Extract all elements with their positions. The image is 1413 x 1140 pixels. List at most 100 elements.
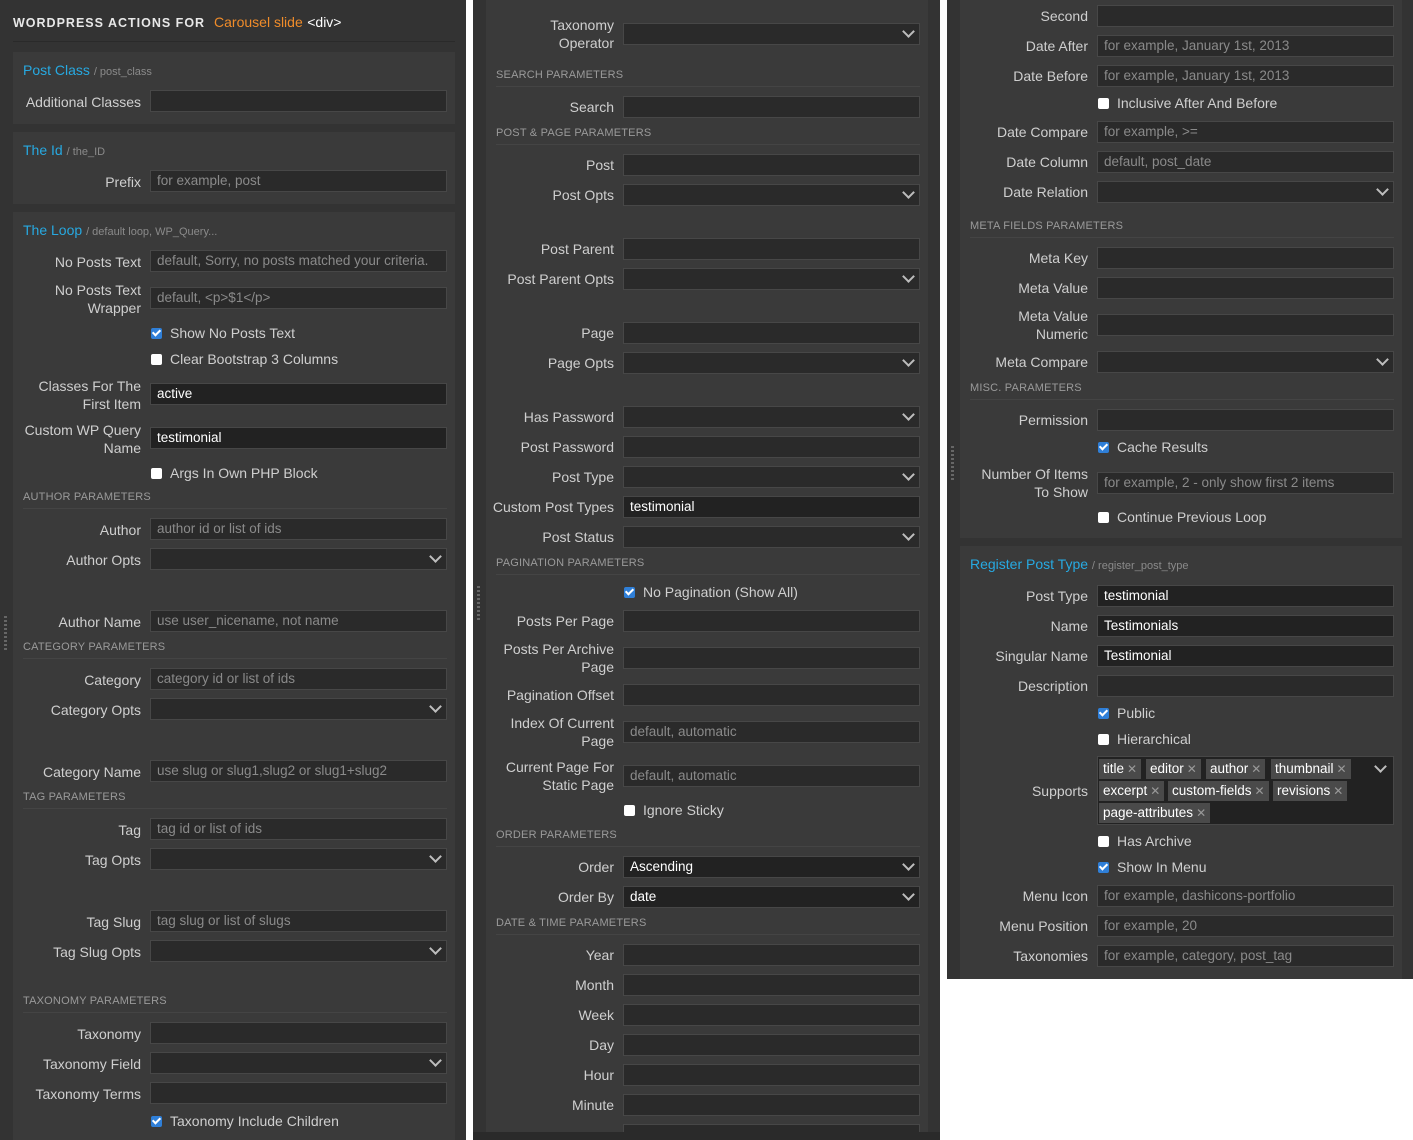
menu-icon-input[interactable]: for example, dashicons-portfolio: [1097, 885, 1394, 907]
permission-input[interactable]: [1097, 409, 1394, 431]
taxonomy-field-select[interactable]: [150, 1052, 447, 1074]
menu-position-input[interactable]: for example, 20: [1097, 915, 1394, 937]
tag-opts-select[interactable]: [150, 848, 447, 870]
name-input[interactable]: Testimonials: [1097, 615, 1394, 637]
category-opts-select[interactable]: [150, 698, 447, 720]
posts-per-archive-input[interactable]: [623, 647, 920, 669]
page-opts-select[interactable]: [623, 352, 920, 374]
week-input[interactable]: [623, 1004, 920, 1026]
cache-results-checkbox[interactable]: [1098, 442, 1109, 453]
remove-icon[interactable]: ✕: [1127, 762, 1137, 776]
post-opts-select[interactable]: [623, 184, 920, 206]
post-parent-opts-select[interactable]: [623, 268, 920, 290]
singular-name-input[interactable]: Testimonial: [1097, 645, 1394, 667]
clear-bootstrap-checkbox[interactable]: [151, 354, 162, 365]
post-parent-input[interactable]: [623, 238, 920, 260]
has-password-select[interactable]: [623, 406, 920, 428]
category-input[interactable]: category id or list of ids: [150, 668, 447, 690]
supports-multiselect[interactable]: title ✕ editor ✕ author ✕ thumbnail ✕ excerp…: [1097, 756, 1394, 825]
tag-slug-input[interactable]: tag slug or list of slugs: [150, 910, 447, 932]
minute-input[interactable]: [623, 1094, 920, 1116]
taxonomy-include-children-checkbox[interactable]: [151, 1116, 162, 1127]
resize-grip-icon[interactable]: [477, 586, 480, 622]
remove-icon[interactable]: ✕: [1337, 762, 1347, 776]
pagination-offset-input[interactable]: [623, 684, 920, 706]
additional-classes-input[interactable]: [150, 90, 447, 112]
taxonomy-operator-select[interactable]: [623, 23, 920, 45]
supports-token[interactable]: page-attributes ✕: [1099, 803, 1211, 823]
number-of-items-input[interactable]: for example, 2 - only show first 2 items: [1097, 472, 1394, 494]
year-input[interactable]: [623, 944, 920, 966]
post-type-select[interactable]: [623, 466, 920, 488]
remove-icon[interactable]: ✕: [1333, 784, 1343, 798]
taxonomies-input[interactable]: for example, category, post_tag: [1097, 945, 1394, 967]
second-input[interactable]: [1097, 5, 1394, 27]
day-input[interactable]: [623, 1034, 920, 1056]
resize-grip-icon[interactable]: [4, 616, 7, 652]
supports-token[interactable]: author ✕: [1206, 759, 1266, 779]
no-posts-wrapper-input[interactable]: default, <p>$1</p>: [150, 287, 447, 309]
meta-value-numeric-input[interactable]: [1097, 314, 1394, 336]
index-current-page-input[interactable]: default, automatic: [623, 721, 920, 743]
continue-loop-checkbox[interactable]: [1098, 512, 1109, 523]
description-input[interactable]: [1097, 675, 1394, 697]
supports-token[interactable]: excerpt ✕: [1099, 781, 1165, 801]
supports-token[interactable]: revisions ✕: [1273, 781, 1348, 801]
date-relation-select[interactable]: [1097, 181, 1394, 203]
show-in-menu-checkbox[interactable]: [1098, 862, 1109, 873]
remove-icon[interactable]: ✕: [1150, 784, 1160, 798]
remove-icon[interactable]: ✕: [1251, 762, 1261, 776]
author-name-input[interactable]: use user_nicename, not name: [150, 610, 447, 632]
register-post-type-input[interactable]: testimonial: [1097, 585, 1394, 607]
month-input[interactable]: [623, 974, 920, 996]
taxonomy-terms-input[interactable]: [150, 1082, 447, 1104]
the-id-title[interactable]: The Id / the_ID: [23, 142, 105, 158]
post-class-title[interactable]: Post Class / post_class: [23, 62, 152, 78]
supports-token[interactable]: title ✕: [1099, 759, 1142, 779]
remove-icon[interactable]: ✕: [1187, 762, 1197, 776]
author-opts-select[interactable]: [150, 548, 447, 570]
category-name-input[interactable]: use slug or slug1,slug2 or slug1+slug2: [150, 760, 447, 782]
supports-token[interactable]: editor ✕: [1146, 759, 1201, 779]
tag-slug-opts-select[interactable]: [150, 940, 447, 962]
order-select[interactable]: Ascending: [623, 856, 920, 878]
inclusive-checkbox[interactable]: [1098, 98, 1109, 109]
date-before-input[interactable]: for example, January 1st, 2013: [1097, 65, 1394, 87]
order-by-select[interactable]: date: [623, 886, 920, 908]
posts-per-page-input[interactable]: [623, 610, 920, 632]
hierarchical-checkbox[interactable]: [1098, 734, 1109, 745]
post-input[interactable]: [623, 154, 920, 176]
chevron-down-icon[interactable]: [1374, 760, 1387, 773]
search-input[interactable]: [623, 96, 920, 118]
register-post-type-title[interactable]: Register Post Type / register_post_type: [970, 556, 1189, 572]
show-no-posts-checkbox[interactable]: [151, 328, 162, 339]
args-own-php-checkbox[interactable]: [151, 468, 162, 479]
remove-icon[interactable]: ✕: [1196, 806, 1206, 820]
resize-grip-icon[interactable]: [951, 446, 954, 482]
page-input[interactable]: [623, 322, 920, 344]
has-archive-checkbox[interactable]: [1098, 836, 1109, 847]
prefix-input[interactable]: for example, post: [150, 170, 447, 192]
meta-value-input[interactable]: [1097, 277, 1394, 299]
post-status-select[interactable]: [623, 526, 920, 548]
supports-token[interactable]: thumbnail ✕: [1271, 759, 1351, 779]
no-pagination-checkbox[interactable]: [624, 587, 635, 598]
post-password-input[interactable]: [623, 436, 920, 458]
supports-token[interactable]: custom-fields ✕: [1168, 781, 1269, 801]
current-page-static-input[interactable]: default, automatic: [623, 765, 920, 787]
the-loop-title[interactable]: The Loop / default loop, WP_Query...: [23, 222, 217, 238]
meta-key-input[interactable]: [1097, 247, 1394, 269]
tag-input[interactable]: tag id or list of ids: [150, 818, 447, 840]
classes-first-input[interactable]: active: [150, 383, 447, 405]
remove-icon[interactable]: ✕: [1255, 784, 1265, 798]
date-after-input[interactable]: for example, January 1st, 2013: [1097, 35, 1394, 57]
custom-wp-query-input[interactable]: testimonial: [150, 427, 447, 449]
no-posts-text-input[interactable]: default, Sorry, no posts matched your cr…: [150, 250, 447, 272]
author-input[interactable]: author id or list of ids: [150, 518, 447, 540]
date-compare-input[interactable]: for example, >=: [1097, 121, 1394, 143]
ignore-sticky-checkbox[interactable]: [624, 805, 635, 816]
public-checkbox[interactable]: [1098, 708, 1109, 719]
custom-post-types-input[interactable]: testimonial: [623, 496, 920, 518]
hour-input[interactable]: [623, 1064, 920, 1086]
meta-compare-select[interactable]: [1097, 351, 1394, 373]
